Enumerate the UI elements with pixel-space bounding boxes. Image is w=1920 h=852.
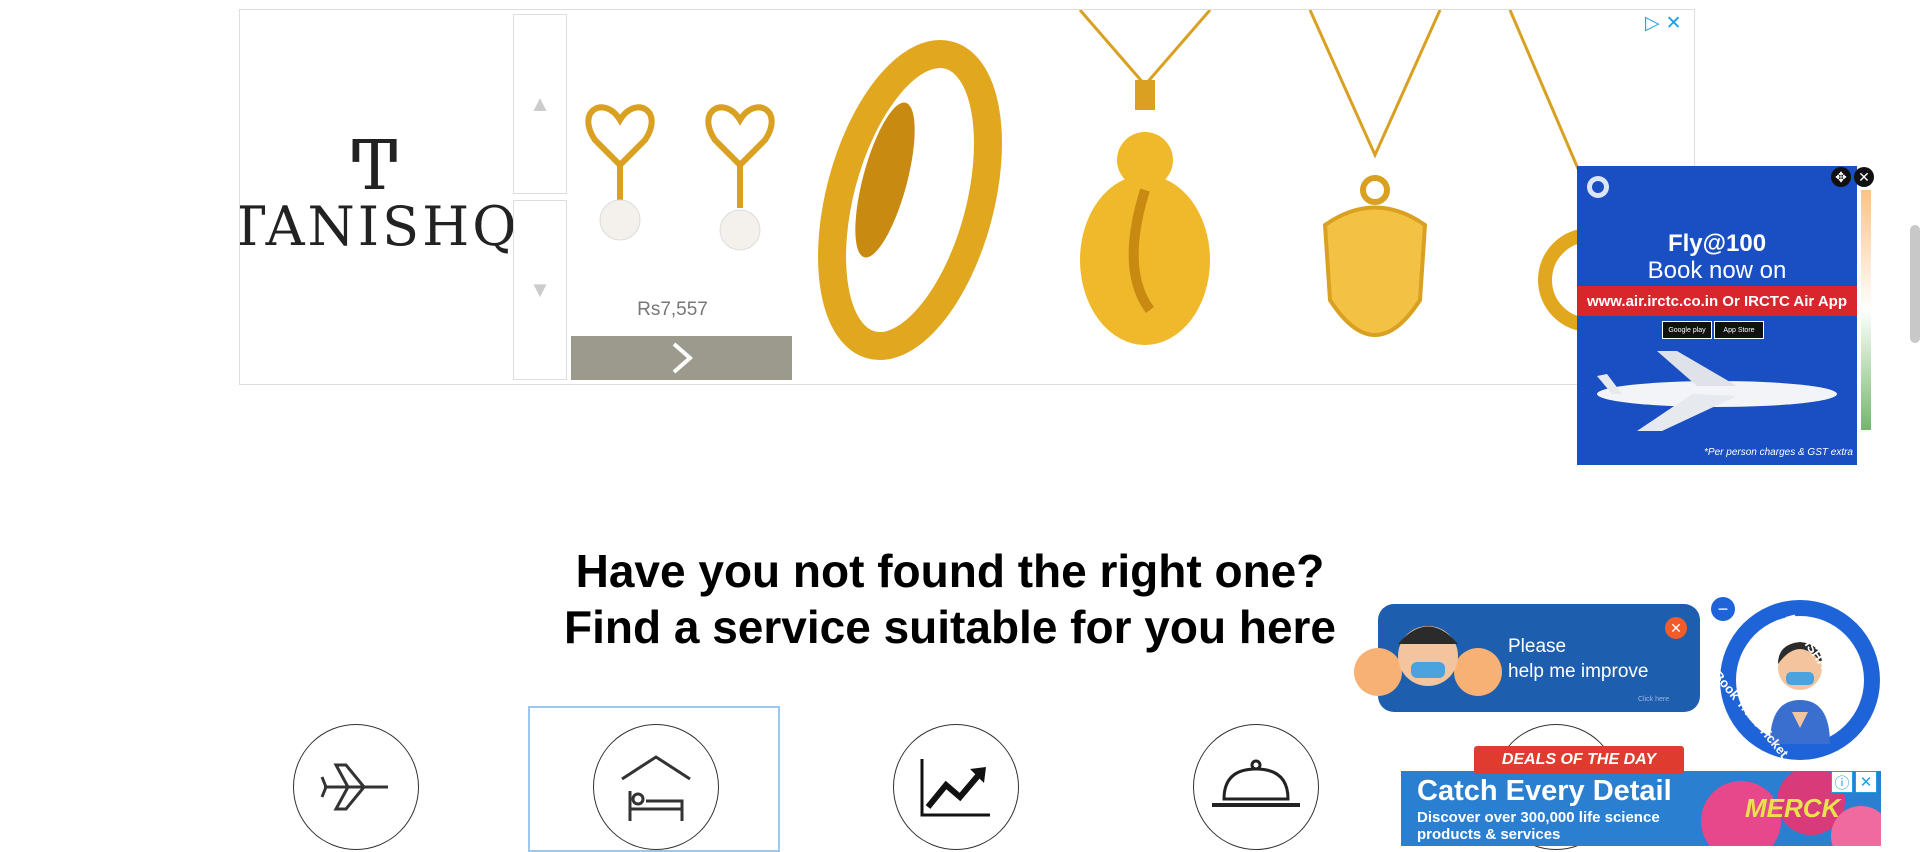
service-flights[interactable] <box>293 724 419 850</box>
next-product-button[interactable] <box>571 336 792 380</box>
up-triangle-icon: ▲ <box>529 91 551 116</box>
pearl-earrings-image[interactable] <box>570 90 800 290</box>
merck-ad-subtitle: Discover over 300,000 life science produ… <box>1417 809 1660 843</box>
chat-hint: Click here <box>1638 696 1670 703</box>
fly-ad-subtitle: Book now on <box>1647 257 1787 284</box>
irctc-fly-ad[interactable]: Fly@100 Book now on www.air.irctc.co.in … <box>1577 166 1857 465</box>
minimize-icon[interactable]: − <box>1711 597 1735 621</box>
merck-ad[interactable]: Catch Every Detail Discover over 300,000… <box>1401 771 1881 846</box>
service-hotels[interactable] <box>593 724 719 850</box>
service-food[interactable] <box>1193 724 1319 850</box>
chat-prompt-bubble[interactable]: Please help me improve ✕ Click here <box>1354 604 1700 712</box>
service-trends[interactable] <box>893 724 1019 850</box>
airplane-image <box>1597 351 1837 431</box>
adchoices-controls[interactable]: ▷ ✕ <box>1645 12 1682 35</box>
chat-line2: help me improve <box>1508 661 1649 682</box>
chevron-right-icon <box>672 342 693 374</box>
carousel-down-button[interactable]: ▼ <box>513 200 567 380</box>
down-triangle-icon: ▼ <box>529 277 551 302</box>
ganesha-pendant-image[interactable] <box>1040 10 1250 370</box>
irctc-logo-icon <box>1587 176 1609 198</box>
adchoices-icon[interactable]: ▷ <box>1645 12 1660 35</box>
airplane-icon <box>320 763 388 811</box>
close-icon[interactable]: ✕ <box>1665 617 1687 639</box>
fly-ad-url: www.air.irctc.co.in Or IRCTC Air App <box>1577 286 1857 316</box>
expand-ad-icon[interactable]: ✥ <box>1831 167 1851 187</box>
tanishq-logo[interactable]: Ͳ TANISHQ <box>240 10 517 384</box>
section-heading-line1: Have you not found the right one? <box>575 545 1325 597</box>
merck-logo: MERCK <box>1745 793 1841 823</box>
info-icon[interactable]: ⓘ <box>1831 771 1853 793</box>
disha-thumbs-up-image <box>1354 626 1502 696</box>
gold-ring-image[interactable] <box>810 30 1010 370</box>
flag-strip-image <box>1861 190 1871 430</box>
jewelry-banner-ad[interactable]: Ͳ TANISHQ ▲ ▼ Rs7,557 ▷ ✕ <box>239 9 1695 385</box>
fly-ad-title: Fly@100 <box>1667 230 1767 257</box>
product-price: Rs7,557 <box>637 299 708 320</box>
close-ad-icon[interactable]: ✕ <box>1854 167 1874 187</box>
close-icon[interactable]: ✕ <box>1855 771 1877 793</box>
close-icon[interactable]: ✕ <box>1666 12 1682 35</box>
tanishq-logo-word: TANISHQ <box>239 195 520 258</box>
scrollbar-thumb[interactable] <box>1910 225 1920 343</box>
chat-line1: Please <box>1508 636 1567 657</box>
shield-pendant-image[interactable] <box>1270 10 1480 370</box>
carousel-up-button[interactable]: ▲ <box>513 14 567 194</box>
merck-ad-title: Catch Every Detail <box>1417 775 1672 807</box>
deals-ribbon[interactable]: DEALS OF THE DAY <box>1474 746 1684 774</box>
hotel-bed-icon <box>621 755 691 821</box>
tanishq-logo-mark: Ͳ <box>351 127 398 206</box>
food-cloche-icon <box>1212 759 1300 807</box>
trend-chart-icon <box>920 759 990 817</box>
fly-ad-note: *Per person charges & GST extra <box>1704 447 1853 458</box>
